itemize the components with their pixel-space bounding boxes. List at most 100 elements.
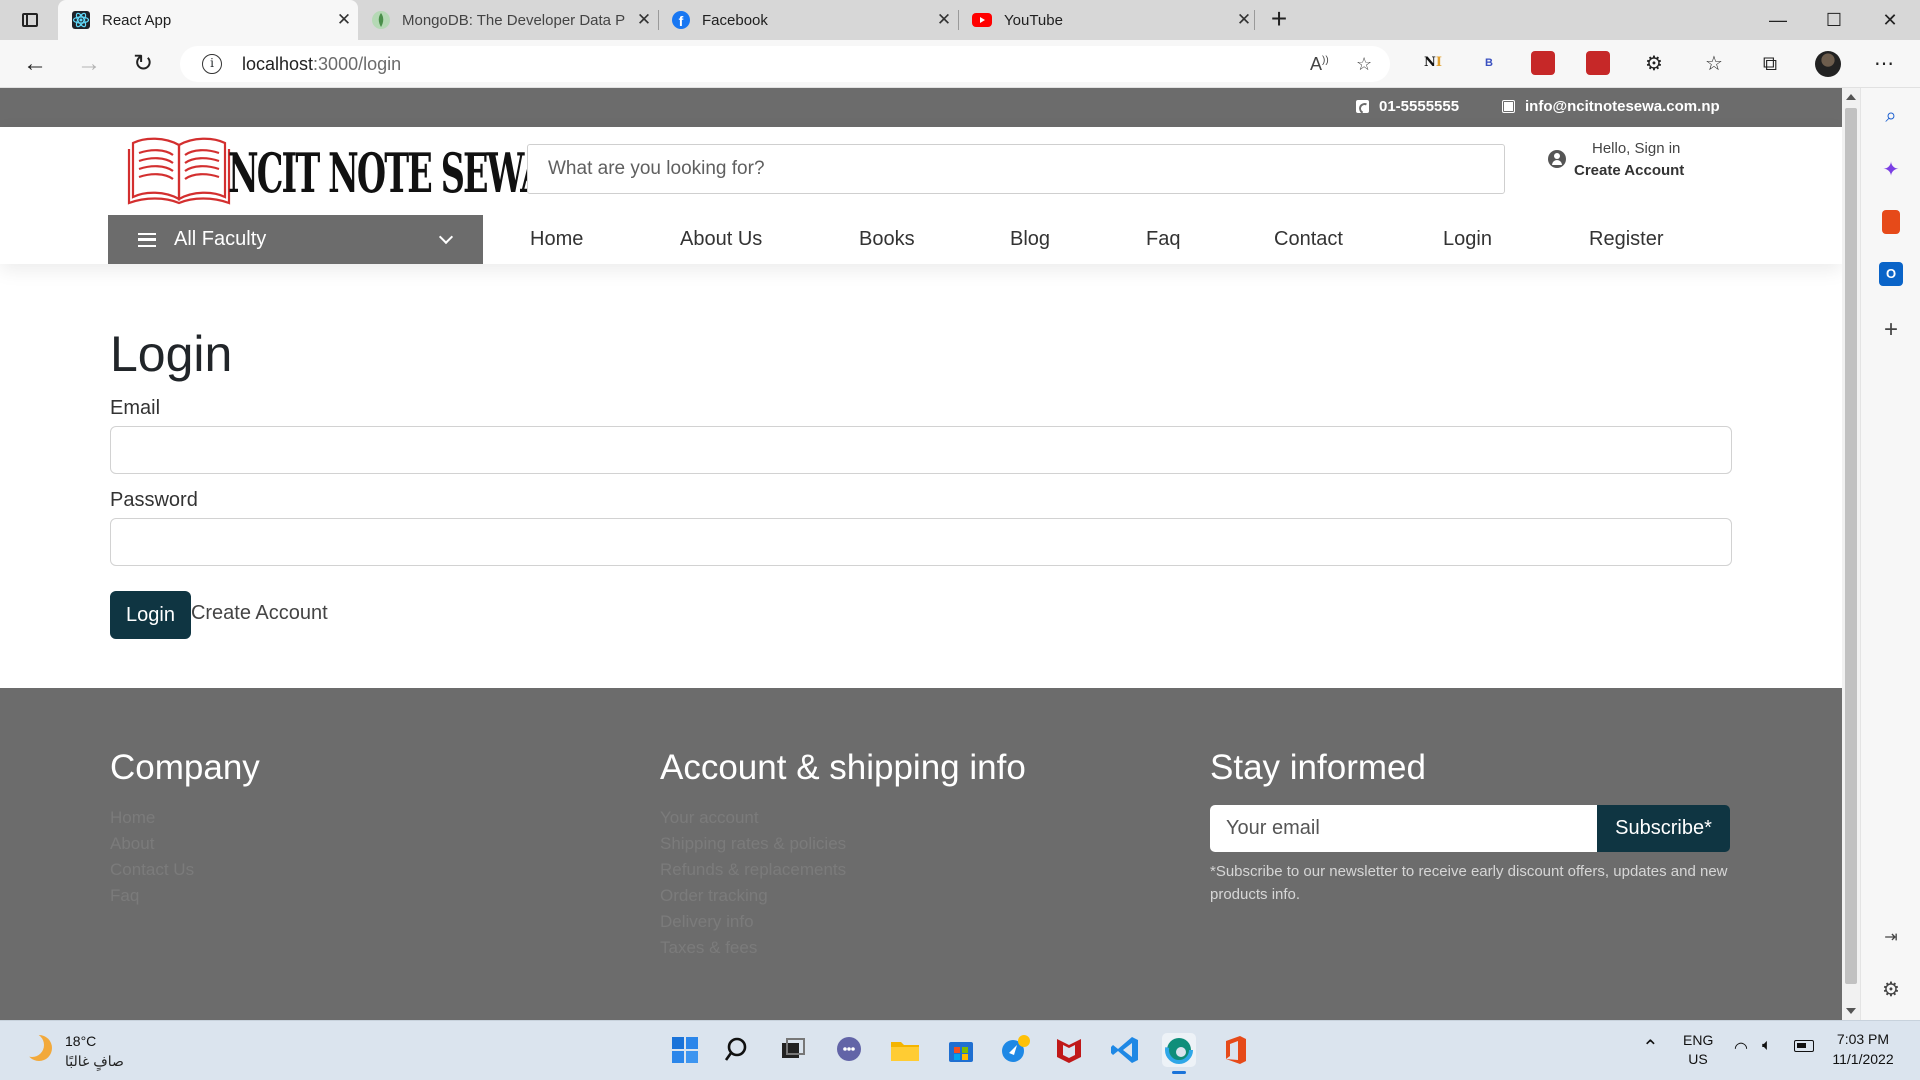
language-indicator[interactable]: ENG US [1683, 1031, 1713, 1069]
search-icon[interactable]: ⌕ [1879, 104, 1903, 128]
footer-link-order-tracking[interactable]: Order tracking [660, 883, 1026, 909]
nav-about-us[interactable]: About Us [680, 228, 762, 251]
extension-n-icon[interactable]: NI [1421, 51, 1445, 75]
maximize-button[interactable]: ☐ [1806, 0, 1862, 40]
page-title: Login [110, 326, 233, 382]
tab-facebook[interactable]: f Facebook ✕ [658, 0, 958, 40]
sign-in-greeting[interactable]: Hello, Sign in [1592, 140, 1680, 157]
user-icon [1548, 150, 1566, 168]
start-icon[interactable] [668, 1033, 702, 1067]
footer-link-home[interactable]: Home [110, 805, 260, 831]
settings-gear-icon[interactable]: ⚙ [1879, 978, 1903, 1002]
url-field[interactable]: i localhost:3000/login A)) ☆ [180, 46, 1390, 82]
newsletter-note: *Subscribe to our newsletter to receive … [1210, 863, 1728, 903]
footer-link-faq[interactable]: Faq [110, 883, 260, 909]
show-hidden-icons[interactable]: ⌃ [1642, 1035, 1659, 1060]
new-tab-button[interactable]: + [1264, 4, 1294, 34]
teams-chat-icon[interactable] [832, 1033, 866, 1067]
forward-button[interactable]: → [74, 50, 104, 78]
wifi-icon[interactable]: ◠ [1734, 1038, 1748, 1058]
extension-red-icon[interactable] [1531, 51, 1555, 75]
email-label: Email [110, 397, 161, 419]
vscode-icon[interactable] [1108, 1033, 1142, 1067]
email-field[interactable] [110, 426, 1732, 474]
page-viewport: 01-5555555 info@ncitnotesewa.com.np NCIT… [0, 88, 1842, 1020]
nav-home[interactable]: Home [530, 228, 583, 251]
nav-books[interactable]: Books [859, 228, 915, 251]
footer-link-delivery[interactable]: Delivery info [660, 909, 1026, 935]
back-button[interactable]: ← [20, 50, 50, 78]
subscribe-button[interactable]: Subscribe* [1597, 805, 1730, 852]
battery-level [1797, 1043, 1806, 1048]
create-account-link[interactable]: Create Account [191, 602, 328, 625]
favorites-icon[interactable]: ☆ [1700, 50, 1728, 78]
microsoft-store-icon[interactable] [944, 1033, 978, 1067]
task-view-icon[interactable] [776, 1033, 810, 1067]
form-actions: Login Create Account [110, 591, 1732, 639]
search-icon[interactable] [722, 1033, 756, 1067]
nav-faq[interactable]: Faq [1146, 228, 1180, 251]
create-account-link[interactable]: Create Account [1574, 162, 1684, 179]
phone-icon [1356, 100, 1369, 113]
footer-link-refunds[interactable]: Refunds & replacements [660, 857, 1026, 883]
nav-blog[interactable]: Blog [1010, 228, 1050, 251]
more-menu-icon[interactable]: ⋯ [1870, 50, 1898, 78]
tab-close-icon[interactable]: ✕ [630, 10, 658, 30]
page-scrollbar[interactable] [1842, 88, 1860, 1020]
read-aloud-icon[interactable]: A)) [1310, 54, 1329, 75]
site-info-icon[interactable]: i [202, 54, 222, 74]
password-field[interactable] [110, 518, 1732, 566]
phone-info: 01-5555555 [1356, 98, 1459, 115]
tab-close-icon[interactable]: ✕ [930, 10, 958, 30]
nav-login[interactable]: Login [1443, 228, 1492, 251]
outlook-icon[interactable]: O [1879, 262, 1903, 286]
minimize-button[interactable]: — [1750, 0, 1806, 40]
office-icon[interactable] [1882, 210, 1900, 234]
tips-icon[interactable] [998, 1033, 1032, 1067]
extensions-puzzle-icon[interactable]: ⚙ [1640, 50, 1668, 78]
edge-browser-icon[interactable] [1162, 1033, 1196, 1074]
copilot-icon[interactable]: ✦ [1879, 158, 1903, 182]
tab-close-icon[interactable]: ✕ [330, 10, 358, 30]
category-label: All Faculty [174, 228, 267, 250]
scroll-up-arrow[interactable] [1846, 94, 1856, 100]
newsletter-email-input[interactable] [1210, 805, 1597, 852]
footer-link-contact[interactable]: Contact Us [110, 857, 260, 883]
nav-register[interactable]: Register [1589, 228, 1663, 251]
volume-icon[interactable]: 🔈︎ [1762, 1037, 1772, 1055]
clock[interactable]: 7:03 PM 11/1/2022 [1826, 1029, 1900, 1069]
footer-link-about[interactable]: About [110, 831, 260, 857]
tab-react-app[interactable]: React App ✕ [58, 0, 358, 40]
close-window-button[interactable]: ✕ [1862, 0, 1918, 40]
add-icon[interactable]: + [1879, 318, 1903, 342]
extension-b-icon[interactable]: B [1477, 51, 1501, 75]
collections-icon[interactable]: ⧉ [1756, 50, 1784, 78]
tab-youtube[interactable]: YouTube ✕ [958, 0, 1258, 40]
file-explorer-icon[interactable] [888, 1033, 922, 1067]
footer-link-taxes[interactable]: Taxes & fees [660, 935, 1026, 961]
tab-title: YouTube [1004, 11, 1063, 29]
office-icon[interactable] [1218, 1033, 1252, 1067]
youtube-icon [972, 13, 992, 27]
add-favorite-icon[interactable]: ☆ [1356, 54, 1372, 75]
email-info: info@ncitnotesewa.com.np [1502, 98, 1720, 115]
url-path: :3000/login [313, 54, 402, 74]
scroll-thumb[interactable] [1845, 108, 1857, 984]
mcafee-icon[interactable] [1052, 1033, 1086, 1067]
tab-actions-icon[interactable] [16, 8, 42, 32]
footer-link-your-account[interactable]: Your account [660, 805, 1026, 831]
reload-button[interactable]: ↻ [128, 50, 158, 78]
tab-mongodb[interactable]: MongoDB: The Developer Data P ✕ [358, 0, 658, 40]
search-input[interactable] [527, 144, 1505, 194]
category-dropdown[interactable]: All Faculty [108, 215, 483, 264]
tab-title: Facebook [702, 11, 768, 29]
scroll-down-arrow[interactable] [1846, 1008, 1856, 1014]
battery-icon[interactable] [1794, 1040, 1814, 1052]
footer-link-shipping[interactable]: Shipping rates & policies [660, 831, 1026, 857]
nav-contact[interactable]: Contact [1274, 228, 1343, 251]
hide-sidebar-icon[interactable]: ⇥ [1879, 926, 1903, 950]
extension-red-icon-2[interactable] [1586, 51, 1610, 75]
profile-avatar[interactable] [1815, 51, 1841, 77]
site-logo[interactable]: NCIT NOTE SEWA [127, 135, 546, 205]
login-button[interactable]: Login [110, 591, 191, 639]
